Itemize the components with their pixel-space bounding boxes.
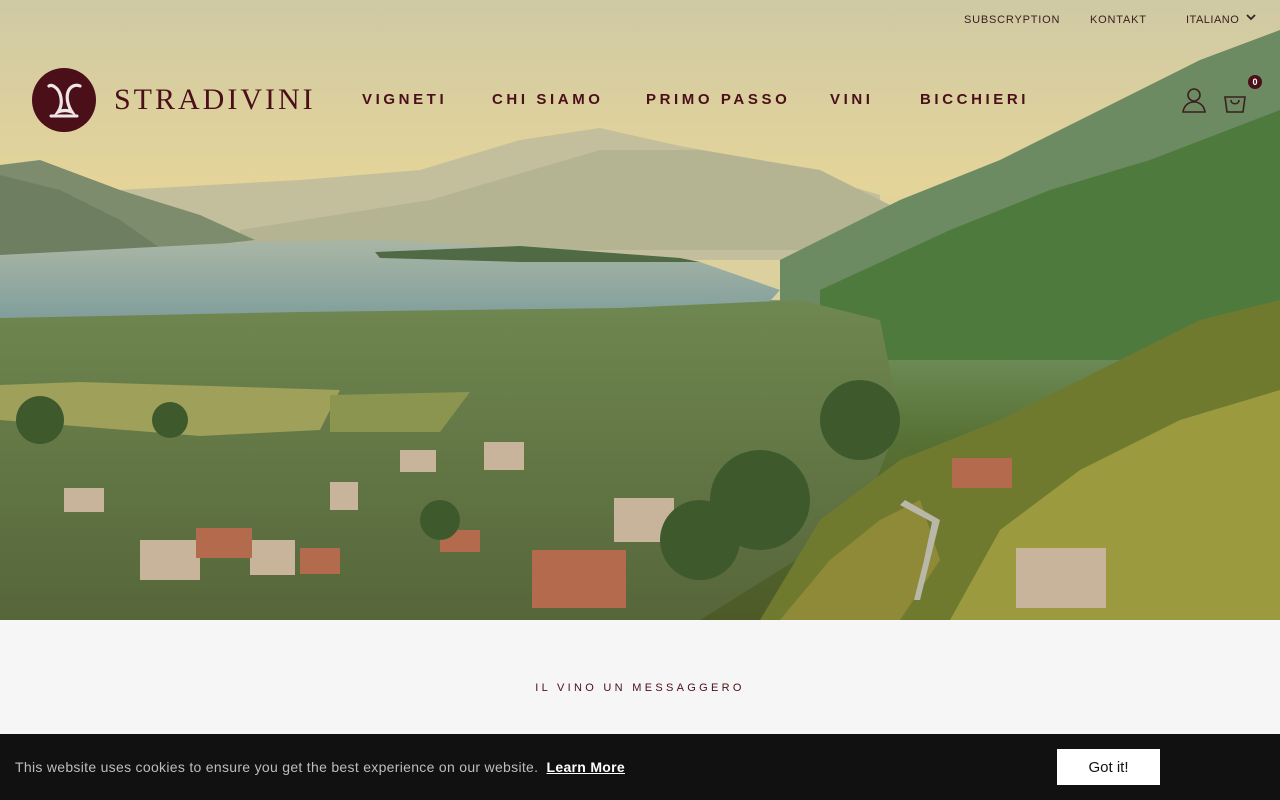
cookie-message-container: This website uses cookies to ensure you … — [15, 759, 625, 775]
accept-cookies-button[interactable]: Got it! — [1057, 749, 1160, 785]
shopping-bag-icon[interactable] — [1222, 89, 1248, 115]
nav-item-bicchieri[interactable]: BICCHIERI — [920, 91, 1029, 108]
section-heading: IL VINO UN MESSAGGERO — [535, 682, 745, 694]
cart-count-badge: 0 — [1248, 75, 1262, 89]
language-selected: ITALIANO — [1186, 14, 1240, 26]
cookie-banner: This website uses cookies to ensure you … — [0, 734, 1280, 800]
logo-wordmark: STRADIVINI — [114, 83, 316, 116]
logo-icon — [32, 68, 96, 132]
chevron-down-icon[interactable] — [1246, 12, 1256, 22]
user-icon[interactable] — [1181, 87, 1207, 113]
nav-item-chi-siamo[interactable]: CHI SIAMO — [492, 91, 604, 108]
nav-item-vigneti[interactable]: VIGNETI — [362, 91, 447, 108]
cookie-message: This website uses cookies to ensure you … — [15, 759, 539, 775]
site-logo[interactable]: STRADIVINI — [32, 68, 316, 132]
language-selector[interactable]: ITALIANO — [1186, 14, 1239, 26]
nav-item-primo-passo[interactable]: PRIMO PASSO — [646, 91, 790, 108]
nav-item-vini[interactable]: VINI — [830, 91, 874, 108]
subscription-link[interactable]: SUBSCRYPTION — [964, 14, 1060, 26]
learn-more-link[interactable]: Learn More — [547, 759, 625, 775]
contact-link[interactable]: KONTAKT — [1090, 14, 1147, 26]
